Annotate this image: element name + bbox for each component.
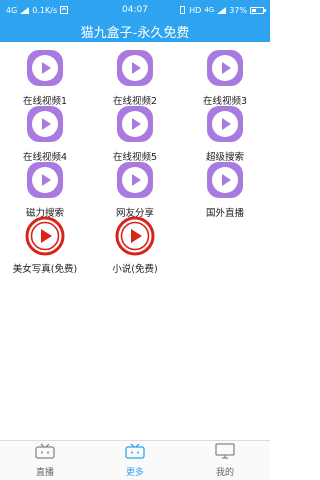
grid-item[interactable]: 在线视频1 [0, 48, 90, 107]
grid-item[interactable]: 超级搜索 [180, 104, 270, 163]
play-circle-red-icon [115, 216, 155, 260]
grid-item-label: 美女写真(免费) [12, 264, 78, 275]
app-grid: 在线视频1 在线视频2 在线视频3 在线视频4 在线视频5 超级搜索磁力搜索 网友分享国外直… [0, 48, 270, 275]
bottom-tab-bar: 直播 更多 我的 [0, 440, 270, 480]
tab-label: 更多 [125, 468, 144, 478]
battery-fill [252, 8, 256, 12]
grid-item[interactable]: 在线视频4 [0, 104, 90, 163]
status-right: HD 4G 37% [179, 5, 266, 15]
tab-live[interactable]: 直播 [0, 441, 90, 480]
network-indicator-2: 4G [204, 6, 215, 14]
notification-icon [60, 6, 69, 14]
play-rounded-square-icon [205, 48, 245, 92]
grid-item[interactable]: 小说(免费) [90, 216, 180, 275]
status-bar: 4G 0.1K/s 04:07 HD 4G 37% [0, 0, 270, 20]
battery-icon [250, 6, 266, 14]
network-indicator: 4G [6, 5, 18, 15]
play-rounded-square-icon [205, 104, 245, 148]
grid-item[interactable]: 在线视频3 [180, 48, 270, 107]
signal-icon [20, 6, 30, 14]
vibrate-icon [180, 6, 186, 14]
tab-mine[interactable]: 我的 [180, 441, 270, 480]
grid-item-label: 国外直播 [205, 208, 244, 219]
monitor-icon [215, 443, 235, 463]
play-rounded-square-icon [115, 160, 155, 204]
battery-percent: 37% [229, 5, 247, 15]
grid-item[interactable]: 网友分享 [90, 160, 180, 219]
grid-item[interactable]: 国外直播 [180, 160, 270, 219]
tab-label: 我的 [215, 468, 234, 478]
tv-icon [35, 443, 55, 463]
grid-item[interactable]: 在线视频2 [90, 48, 180, 107]
grid-item[interactable]: 美女写真(免费) [0, 216, 90, 275]
grid-item[interactable]: 在线视频5 [90, 104, 180, 163]
page-title: 猫九盒子-永久免费 [80, 25, 190, 41]
network-speed: 0.1K/s [32, 5, 58, 15]
play-rounded-square-icon [115, 104, 155, 148]
play-rounded-square-icon [25, 48, 65, 92]
play-rounded-square-icon [115, 48, 155, 92]
tab-label: 直播 [35, 468, 54, 478]
play-rounded-square-icon [25, 104, 65, 148]
status-left: 4G 0.1K/s [6, 5, 69, 15]
tv-icon [125, 443, 145, 463]
hd-indicator: HD [189, 5, 202, 15]
play-rounded-square-icon [205, 160, 245, 204]
grid-item[interactable]: 磁力搜索 [0, 160, 90, 219]
play-circle-red-icon [25, 216, 65, 260]
app-title-bar: 猫九盒子-永久免费 [0, 20, 270, 42]
grid-item-label: 小说(免费) [112, 264, 158, 275]
tab-more[interactable]: 更多 [90, 441, 180, 480]
play-rounded-square-icon [25, 160, 65, 204]
signal-icon-2 [217, 6, 227, 14]
